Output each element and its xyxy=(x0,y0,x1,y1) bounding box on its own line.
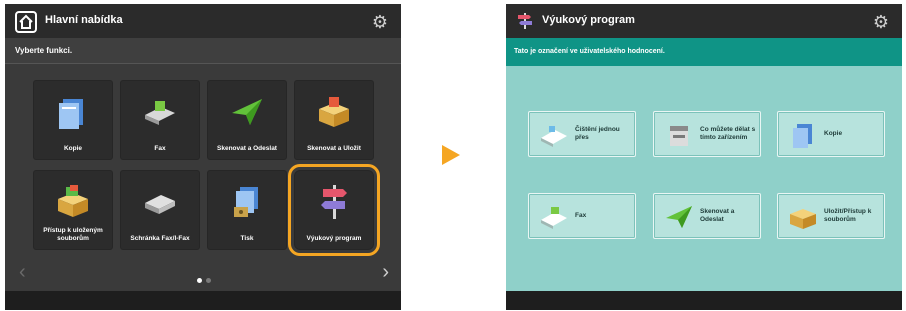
instruction-bar: Vyberte funkci. xyxy=(5,38,401,64)
instruction-text: Tato je označení ve uživatelského hodnoc… xyxy=(514,48,665,55)
transition-arrow-icon xyxy=(442,145,460,165)
fax-icon xyxy=(541,207,567,229)
main-menu-screen: Hlavní nabídka ⚙ Vyberte funkci. Kopie F… xyxy=(5,4,401,310)
tile-tutorial[interactable]: Výukový program xyxy=(288,164,380,256)
tutorial-screen: Výukový program ⚙ Tato je označení ve už… xyxy=(506,4,902,310)
tile-scan-send[interactable]: Skenovat a Odeslat xyxy=(207,80,287,160)
bottom-bar xyxy=(5,291,401,310)
gear-icon[interactable]: ⚙ xyxy=(371,13,389,31)
button-fax[interactable]: Fax xyxy=(528,193,636,239)
tutorial-illustration: Hlavní nabídka ⚙ Vyberte funkci. Kopie F… xyxy=(0,0,906,311)
bottom-bar xyxy=(506,291,902,310)
scan-send-icon xyxy=(666,206,692,228)
button-copy[interactable]: Kopie xyxy=(777,111,885,157)
instruction-bar: Tato je označení ve uživatelského hodnoc… xyxy=(506,38,902,66)
scan-store-icon xyxy=(319,97,349,127)
signpost-icon xyxy=(518,13,532,29)
tile-fax[interactable]: Fax xyxy=(120,80,200,160)
page-dot xyxy=(206,278,211,283)
button-scan-send[interactable]: Skenovat a Odeslat xyxy=(653,193,761,239)
page-title: Výukový program xyxy=(542,14,635,26)
page-title: Hlavní nabídka xyxy=(45,14,123,26)
tile-fax-inbox[interactable]: Schránka Fax/I-Fax xyxy=(120,170,200,250)
gear-icon[interactable]: ⚙ xyxy=(872,13,890,31)
page-dot-active xyxy=(197,278,202,283)
signpost-icon xyxy=(321,185,347,219)
storage-icon xyxy=(790,209,816,229)
top-bar: Výukový program ⚙ xyxy=(506,4,902,38)
copy-icon xyxy=(793,124,812,148)
prev-page-button[interactable]: ‹ xyxy=(19,262,26,282)
top-bar: Hlavní nabídka ⚙ xyxy=(5,4,401,38)
button-device-functions[interactable]: Co můžete dělat s tímto zařízením xyxy=(653,111,761,157)
home-icon[interactable] xyxy=(15,11,37,33)
page-indicator xyxy=(195,270,213,288)
cleaning-icon xyxy=(541,126,567,147)
instruction-text: Vyberte funkci. xyxy=(15,46,73,55)
button-storage[interactable]: Uložit/Přístup k souborům xyxy=(777,193,885,239)
scan-send-icon xyxy=(232,99,262,125)
tile-copy[interactable]: Kopie xyxy=(33,80,113,160)
device-icon xyxy=(670,126,688,146)
next-page-button[interactable]: › xyxy=(382,262,389,282)
print-icon xyxy=(234,187,258,217)
tile-print[interactable]: Tisk xyxy=(207,170,287,250)
fax-inbox-icon xyxy=(145,195,175,214)
fax-icon xyxy=(145,101,175,125)
tile-stored-files[interactable]: Přístup k uloženým souborům xyxy=(33,170,113,250)
copy-icon xyxy=(59,99,83,129)
button-cleaning[interactable]: Čištění jednou přes xyxy=(528,111,636,157)
stored-files-icon xyxy=(58,185,88,217)
tile-scan-store[interactable]: Skenovat a Uložit xyxy=(294,80,374,160)
